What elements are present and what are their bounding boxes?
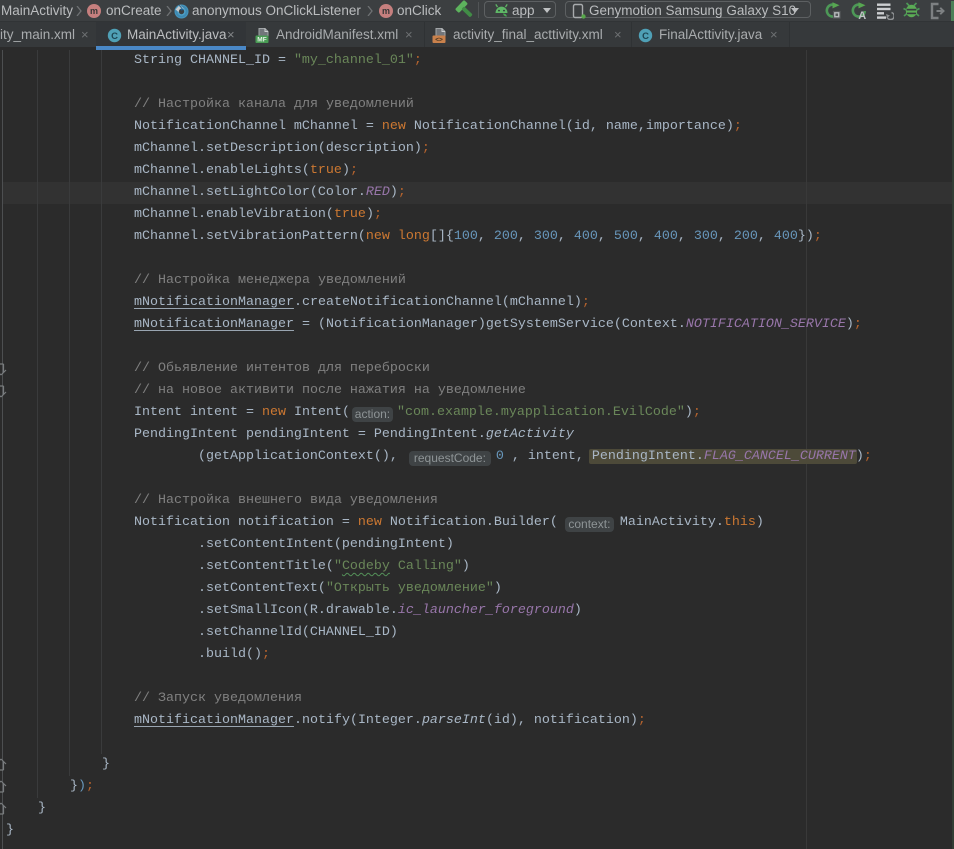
svg-text:C: C	[111, 31, 118, 42]
svg-text:A: A	[858, 10, 866, 20]
svg-text:MF: MF	[257, 37, 266, 44]
svg-text:C: C	[642, 31, 649, 42]
svg-text:<>: <>	[435, 37, 443, 44]
